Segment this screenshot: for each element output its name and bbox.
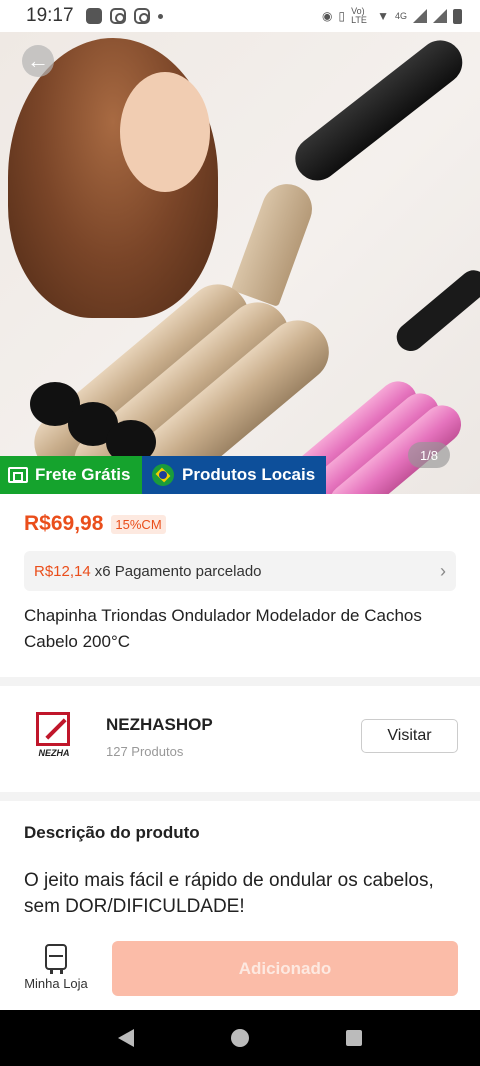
vibrate-icon: ▯ xyxy=(338,9,346,23)
nezha-logo-icon xyxy=(36,712,70,746)
curler-handle xyxy=(286,32,472,190)
description-title: Descrição do produto xyxy=(24,823,200,842)
visit-shop-button[interactable]: Visitar xyxy=(361,719,458,753)
gallery-page-indicator: 1/8 xyxy=(408,442,450,468)
curler-clamp xyxy=(230,177,320,307)
product-title: Chapinha Triondas Ondulador Modelador de… xyxy=(24,606,422,651)
discount-tag: 15%CM xyxy=(111,514,166,534)
bottom-action-bar: Minha Loja Adicionado xyxy=(0,932,480,1010)
product-price: R$69,98 xyxy=(24,512,104,535)
description-text: O jeito mais fácil e rápido de ondular o… xyxy=(24,870,434,917)
instagram-icon xyxy=(109,8,126,24)
location-icon: ◉ xyxy=(322,9,333,23)
signal-icon xyxy=(433,9,447,23)
instagram-icon xyxy=(133,8,150,24)
pink-curler-handle xyxy=(391,264,480,357)
system-icons: ◉ ▯ Vo) LTE ▼ 4G xyxy=(322,7,462,25)
installment-amount: R$12,14 xyxy=(34,562,91,580)
status-time: 19:17 xyxy=(26,5,74,26)
shop-logo-text: NEZHA xyxy=(38,748,70,758)
product-image-gallery[interactable] xyxy=(0,32,480,494)
free-shipping-badge: Frete Grátis xyxy=(0,456,142,494)
wifi-icon: ▼ xyxy=(377,9,389,23)
shop-products-count: 127 Produtos xyxy=(106,744,184,759)
store-icon xyxy=(45,944,67,974)
nav-recents-icon[interactable] xyxy=(345,1030,362,1046)
battery-icon xyxy=(453,8,462,24)
add-button[interactable]: Adicionado xyxy=(112,941,458,996)
chevron-right-icon: › xyxy=(440,560,446,581)
notification-icons xyxy=(85,8,163,24)
shop-name[interactable]: NEZHASHOP xyxy=(106,715,213,735)
model-face xyxy=(120,72,210,192)
my-store-button[interactable]: Minha Loja xyxy=(20,944,92,991)
app-notification-icon xyxy=(85,8,102,24)
section-divider xyxy=(0,677,480,686)
system-nav-bar xyxy=(0,1010,480,1066)
my-store-label: Minha Loja xyxy=(24,976,88,991)
nav-back-icon[interactable] xyxy=(118,1029,135,1047)
shop-logo[interactable]: NEZHA xyxy=(34,712,74,762)
back-button[interactable]: ← xyxy=(22,45,54,77)
free-shipping-label: Frete Grátis xyxy=(35,465,131,484)
local-products-label: Produtos Locais xyxy=(182,465,316,484)
network-label: Vo) LTE xyxy=(351,6,367,25)
section-divider xyxy=(0,792,480,801)
signal-icon xyxy=(413,9,427,23)
signal-label: 4G xyxy=(394,11,407,21)
truck-icon xyxy=(8,467,28,483)
nav-home-icon[interactable] xyxy=(230,1029,249,1047)
brazil-flag-icon xyxy=(152,464,174,486)
more-notifications-icon xyxy=(157,13,163,19)
arrow-left-icon: ← xyxy=(27,48,49,73)
installment-text: x6 Pagamento parcelado xyxy=(94,562,262,580)
price-row: R$69,98 15%CM xyxy=(24,512,166,536)
installment-row[interactable]: R$12,14 x6 Pagamento parcelado › xyxy=(24,551,456,591)
local-products-badge: Produtos Locais xyxy=(142,456,326,494)
status-bar: 19:17 ◉ ▯ Vo) LTE ▼ 4G xyxy=(0,0,480,32)
